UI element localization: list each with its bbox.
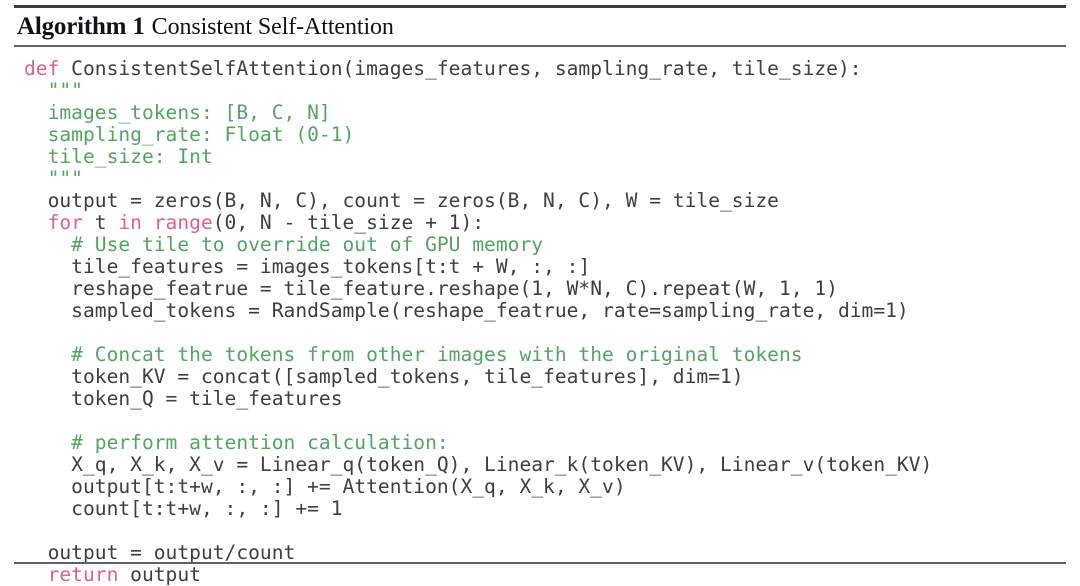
code-line: reshape_featrue = tile_feature.reshape(1…: [24, 278, 1064, 300]
code-token-code: ConsistentSelfAttention(images_features,…: [59, 57, 862, 80]
code-line: return output: [24, 564, 1064, 586]
code-token-keyword: in: [118, 211, 142, 234]
code-token-code: reshape_featrue = tile_feature.reshape(1…: [24, 277, 838, 300]
code-token-docstring: """: [24, 79, 83, 102]
algorithm-bottom-rule: [14, 562, 1066, 564]
code-token-comment: # Concat the tokens from other images wi…: [24, 343, 803, 366]
code-token-code: [24, 211, 48, 234]
code-token-code: output = zeros(B, N, C), count = zeros(B…: [24, 189, 779, 212]
code-token-code: [24, 563, 48, 586]
algorithm-number-label: Algorithm 1: [17, 13, 145, 40]
code-token-comment: # Use tile to override out of GPU memory: [24, 233, 544, 256]
code-token-code: t: [82, 211, 119, 234]
code-token-code: token_KV = concat([sampled_tokens, tile_…: [24, 365, 744, 388]
code-line: # Concat the tokens from other images wi…: [24, 344, 1064, 366]
code-token-code: output: [118, 563, 201, 586]
algorithm-block: Algorithm 1 Consistent Self-Attention def…: [0, 0, 1080, 586]
code-line: count[t:t+w, :, :] += 1: [24, 498, 1064, 520]
code-token-code: token_Q = tile_features: [24, 387, 343, 410]
code-token-keyword: range: [153, 211, 213, 234]
code-line: def ConsistentSelfAttention(images_featu…: [24, 58, 1064, 80]
code-token-code: count[t:t+w, :, :] += 1: [24, 497, 343, 520]
code-token-code: X_q, X_k, X_v = Linear_q(token_Q), Linea…: [24, 453, 933, 476]
code-line: output[t:t+w, :, :] += Attention(X_q, X_…: [24, 476, 1064, 498]
code-line: # Use tile to override out of GPU memory: [24, 234, 1064, 256]
algorithm-top-rule: [14, 5, 1066, 8]
code-token-code: [142, 211, 154, 234]
code-token-keyword: def: [24, 57, 60, 80]
code-token-keyword: return: [47, 563, 119, 586]
code-token-docstring: sampling_rate: Float (0-1): [24, 123, 355, 146]
code-line: token_Q = tile_features: [24, 388, 1064, 410]
code-line: tile_features = images_tokens[t:t + W, :…: [24, 256, 1064, 278]
algorithm-code-listing: def ConsistentSelfAttention(images_featu…: [24, 58, 1064, 586]
code-line: # perform attention calculation:: [24, 432, 1064, 454]
algorithm-title: Algorithm 1 Consistent Self-Attention: [17, 12, 394, 42]
code-line: for t in range(0, N - tile_size + 1):: [24, 212, 1064, 234]
code-line: """: [24, 80, 1064, 102]
code-token-code: (0, N - tile_size + 1):: [212, 211, 485, 234]
algorithm-caption: Consistent Self-Attention: [151, 14, 394, 40]
code-token-code: output = output/count: [24, 541, 296, 564]
code-token-code: sampled_tokens = RandSample(reshape_feat…: [24, 299, 909, 322]
code-line: tile_size: Int: [24, 146, 1064, 168]
code-line: """: [24, 168, 1064, 190]
code-token-docstring: tile_size: Int: [24, 145, 213, 168]
code-line: output = zeros(B, N, C), count = zeros(B…: [24, 190, 1064, 212]
code-line: sampled_tokens = RandSample(reshape_feat…: [24, 300, 1064, 322]
code-line: X_q, X_k, X_v = Linear_q(token_Q), Linea…: [24, 454, 1064, 476]
code-line: token_KV = concat([sampled_tokens, tile_…: [24, 366, 1064, 388]
code-token-code: output[t:t+w, :, :] += Attention(X_q, X_…: [24, 475, 626, 498]
code-line: sampling_rate: Float (0-1): [24, 124, 1064, 146]
code-token-comment: # perform attention calculation:: [24, 431, 449, 454]
code-line: output = output/count: [24, 542, 1064, 564]
code-token-code: tile_features = images_tokens[t:t + W, :…: [24, 255, 591, 278]
code-token-docstring: images_tokens: [B, C, N]: [24, 101, 331, 124]
code-token-docstring: """: [24, 167, 83, 190]
code-line: images_tokens: [B, C, N]: [24, 102, 1064, 124]
code-token-keyword: for: [47, 211, 83, 234]
algorithm-title-rule: [14, 45, 1066, 47]
